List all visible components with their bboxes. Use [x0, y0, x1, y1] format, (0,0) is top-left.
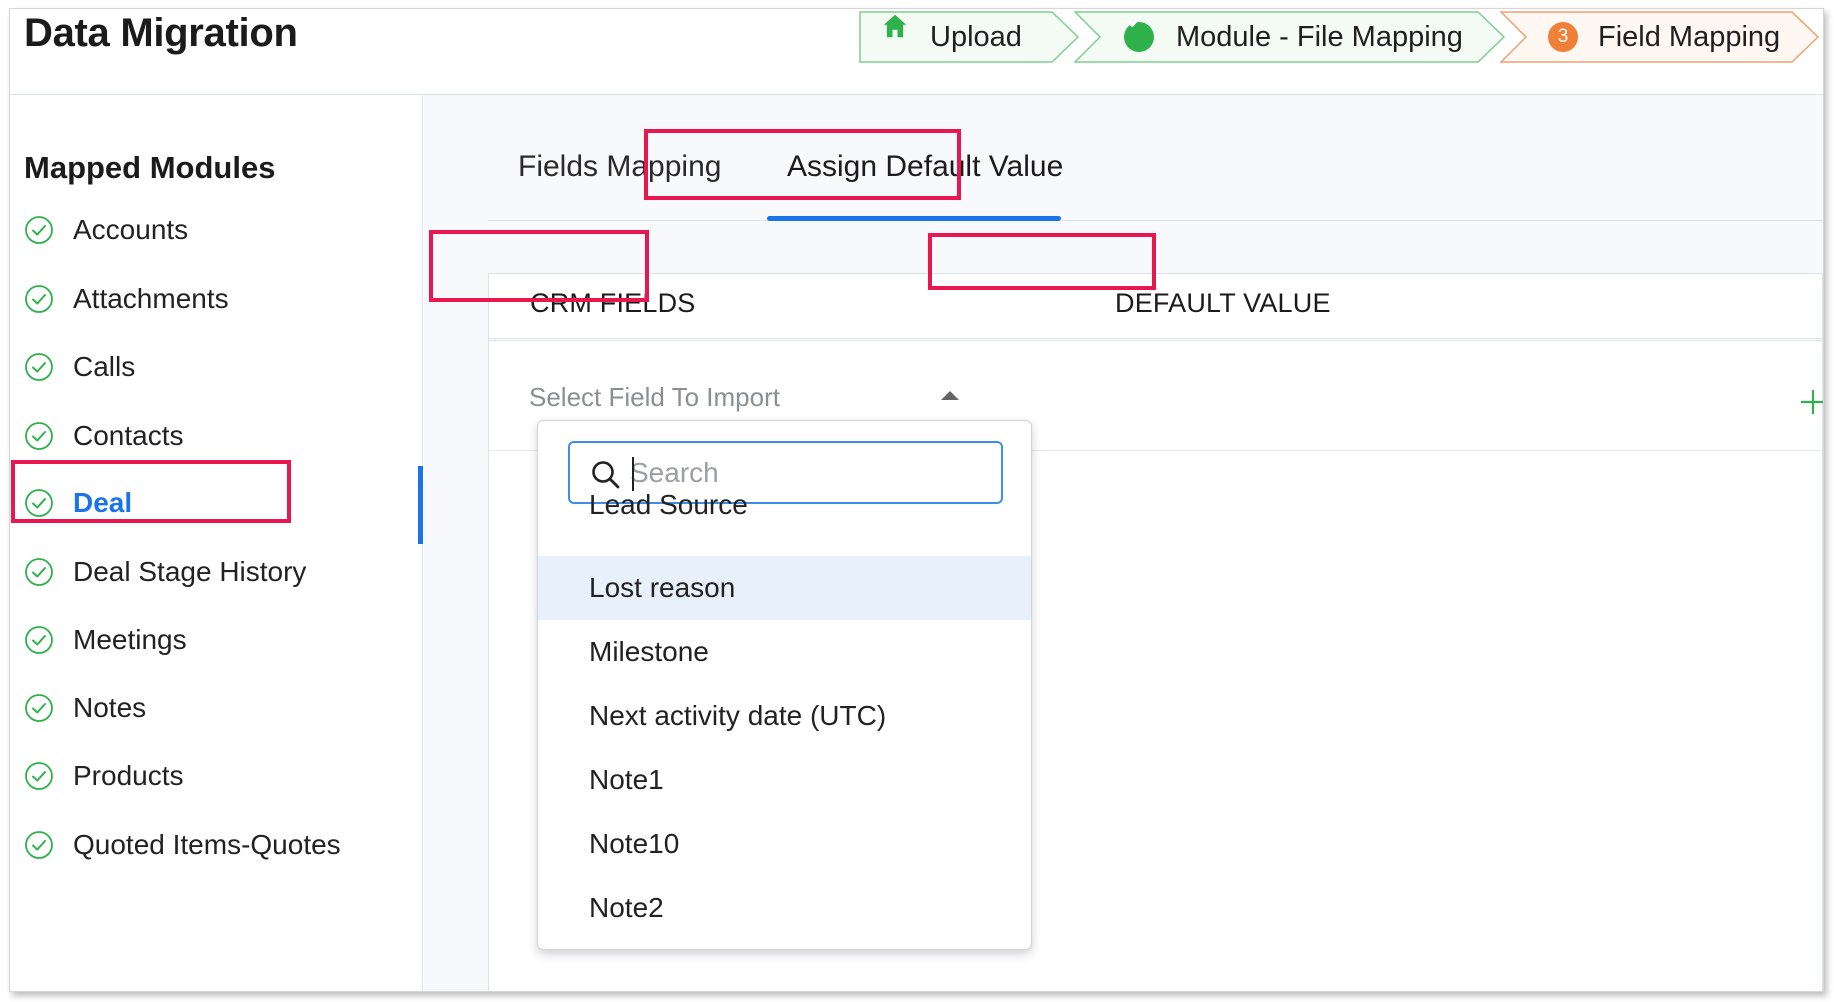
text-cursor [632, 457, 634, 491]
dropdown-option[interactable]: Next activity date (UTC) [538, 684, 1031, 748]
step-upload[interactable]: Upload [858, 11, 1098, 63]
step-label: Upload [930, 20, 1022, 53]
sidebar-title: Mapped Modules [24, 150, 276, 185]
sidebar: Mapped Modules Accounts Attachments Calls C… [10, 95, 423, 991]
sidebar-item-products[interactable]: Products [10, 741, 422, 811]
sidebar-item-label: Contacts [73, 420, 184, 451]
app-window: Data Migration Upload Module - File Mapp… [9, 8, 1824, 992]
check-circle-outline-icon [25, 489, 53, 517]
search-icon [592, 461, 620, 489]
sidebar-item-label: Deal Stage History [73, 556, 307, 587]
dropdown-option[interactable]: Lead Source [538, 489, 1031, 539]
column-crm-fields: CRM FIELDS [530, 288, 696, 318]
check-circle-outline-icon [25, 694, 53, 722]
dropdown-option[interactable]: Lost reason [538, 556, 1031, 620]
sidebar-item-label: Meetings [73, 624, 187, 655]
check-circle-outline-icon [25, 216, 53, 244]
sidebar-item-label: Accounts [73, 214, 189, 245]
sidebar-item-attachments[interactable]: Attachments [10, 264, 422, 334]
header: Data Migration Upload Module - File Mapp… [10, 9, 1823, 95]
check-circle-outline-icon [25, 422, 53, 450]
check-circle-outline-icon [25, 626, 53, 654]
table-header: CRM FIELDS DEFAULT VALUE [489, 274, 1822, 341]
progress-steps: Upload Module - File Mapping 3 Field Map… [10, 9, 1823, 65]
sidebar-item-label: Notes [73, 692, 147, 723]
active-tab-indicator [767, 216, 1061, 221]
sidebar-item-label: Calls [73, 351, 136, 382]
sidebar-item-deal-stage-history[interactable]: Deal Stage History [10, 537, 422, 607]
field-dropdown: Lead Source Lost reasonMilestoneNext acti… [537, 420, 1032, 950]
dropdown-option[interactable]: Note1 [538, 748, 1031, 812]
home-icon [880, 14, 910, 52]
check-circle-icon [1124, 15, 1154, 52]
sidebar-item-meetings[interactable]: Meetings [10, 605, 422, 675]
sidebar-item-label: Attachments [73, 283, 229, 314]
check-circle-outline-icon [25, 762, 53, 790]
step-number-badge: 3 [1548, 22, 1578, 52]
sidebar-item-accounts[interactable]: Accounts [10, 195, 422, 265]
sidebar-item-quoted-items-quotes[interactable]: Quoted Items-Quotes [10, 810, 422, 880]
sidebar-item-deal[interactable]: Deal [10, 466, 423, 544]
step-field-mapping[interactable]: 3 Field Mapping [1500, 11, 1823, 63]
check-circle-outline-icon [25, 831, 53, 859]
tab-assign-default-value[interactable]: Assign Default Value [787, 150, 1063, 184]
sidebar-item-label: Quoted Items-Quotes [73, 829, 341, 860]
sidebar-item-label: Products [73, 760, 184, 791]
tabs-divider [488, 220, 1823, 221]
sidebar-item-contacts[interactable]: Contacts [10, 401, 422, 471]
check-circle-outline-icon [25, 285, 53, 313]
step-label: Module - File Mapping [1176, 20, 1463, 53]
dropdown-option[interactable]: Note2 [538, 876, 1031, 940]
plus-icon[interactable] [1798, 387, 1824, 417]
dropdown-option[interactable]: Note10 [538, 812, 1031, 876]
sidebar-item-notes[interactable]: Notes [10, 673, 422, 743]
check-circle-outline-icon [25, 353, 53, 381]
tab-fields-mapping[interactable]: Fields Mapping [518, 150, 721, 184]
caret-up-icon[interactable] [941, 391, 959, 400]
check-circle-outline-icon [25, 558, 53, 586]
field-select[interactable]: Select Field To Import [529, 377, 959, 417]
sidebar-item-label: Deal [73, 487, 133, 518]
column-default-value: DEFAULT VALUE [1115, 288, 1331, 318]
step-module-file-mapping[interactable]: Module - File Mapping [1074, 11, 1524, 63]
step-label: Field Mapping [1598, 20, 1781, 53]
dropdown-option[interactable]: Milestone [538, 620, 1031, 684]
sidebar-item-calls[interactable]: Calls [10, 332, 422, 402]
